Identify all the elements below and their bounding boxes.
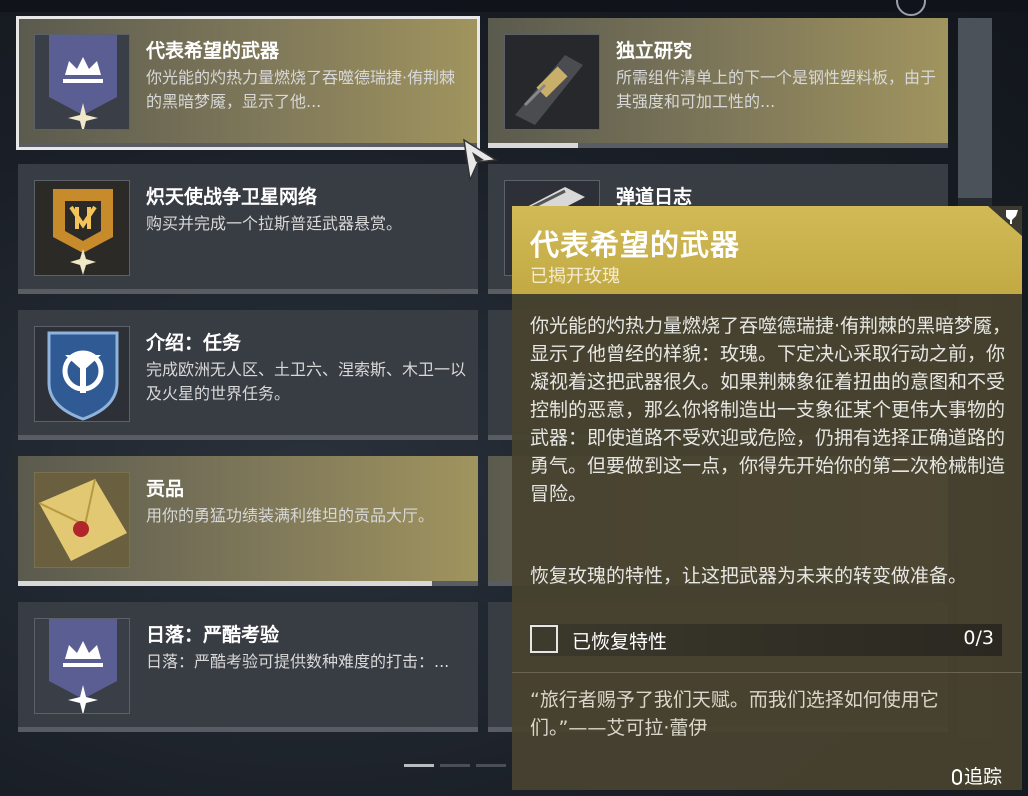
objective-checkbox xyxy=(530,625,558,653)
page-dot[interactable] xyxy=(476,764,506,767)
trophy-icon xyxy=(988,206,1022,236)
destiny-shield-icon xyxy=(34,326,130,422)
track-label: 追踪 xyxy=(963,766,1002,788)
quest-card-tribute[interactable]: 贡品 用你的勇猛功绩装满利维坦的贡品大厅。 xyxy=(18,456,478,586)
objective-row: 已恢复特性 0/3 xyxy=(530,624,1002,656)
tooltip-subtitle: 已揭开玫瑰 xyxy=(530,266,620,287)
card-progress-bar xyxy=(18,581,432,586)
scrollbar-thumb[interactable] xyxy=(958,18,992,198)
rasputin-emblem-icon xyxy=(34,180,130,276)
objective-count: 0/3 xyxy=(963,627,994,649)
crown-banner-icon xyxy=(34,618,130,714)
card-description: 所需组件清单上的下一个是钢性塑料板，由于其强度和可加工性的... xyxy=(616,68,937,111)
card-title: 代表希望的武器 xyxy=(146,40,280,62)
card-title: 日落：严酷考验 xyxy=(146,624,280,646)
card-title: 弹道日志 xyxy=(616,186,693,208)
card-progress-bar xyxy=(488,143,578,148)
card-title: 独立研究 xyxy=(616,40,693,62)
cursor-icon xyxy=(462,138,499,186)
divider xyxy=(512,672,1022,673)
page-dot[interactable] xyxy=(404,764,434,767)
weapon-part-icon xyxy=(504,34,600,130)
card-description: 购买并完成一个拉斯普廷武器悬赏。 xyxy=(146,214,403,233)
crown-banner-icon xyxy=(34,34,130,130)
card-title: 贡品 xyxy=(146,478,185,500)
card-description: 用你的勇猛功绩装满利维坦的贡品大厅。 xyxy=(146,506,435,525)
quest-card-warsat-network[interactable]: 炽天使战争卫星网络 购买并完成一个拉斯普廷武器悬赏。 xyxy=(18,164,478,294)
top-strip xyxy=(0,0,1028,12)
quest-card-nightfall[interactable]: 日落：严酷考验 日落：严酷考验可提供数种难度的打击：... xyxy=(18,602,478,732)
tooltip-header: 代表希望的武器 已揭开玫瑰 xyxy=(512,206,1022,294)
sealed-envelope-icon xyxy=(34,472,130,568)
tooltip-title: 代表希望的武器 xyxy=(530,228,741,262)
tooltip-description: 你光能的灼热力量燃烧了吞噬德瑞捷·侑荆棘的黑暗梦魇，显示了他曾经的样貌：玫瑰。下… xyxy=(530,315,1012,505)
card-title: 炽天使战争卫星网络 xyxy=(146,186,318,208)
page-dot[interactable] xyxy=(440,764,470,767)
card-description: 完成欧洲无人区、土卫六、涅索斯、木卫一以及火星的世界任务。 xyxy=(146,360,467,403)
mouse-icon xyxy=(951,769,962,785)
tooltip-quote: “旅行者赐予了我们天赋。而我们选择如何使用它们。”——艾可拉·蕾伊 xyxy=(530,689,939,739)
tooltip-objective-note: 恢复玫瑰的特性，让这把武器为未来的转变做准备。 xyxy=(530,565,968,587)
quest-card-intro-missions[interactable]: 介绍：任务 完成欧洲无人区、土卫六、涅索斯、木卫一以及火星的世界任务。 xyxy=(18,310,478,440)
page-indicator xyxy=(404,752,512,771)
card-description: 日落：严酷考验可提供数种难度的打击：... xyxy=(146,652,450,671)
quest-card-weapon-of-hope[interactable]: 代表希望的武器 你光能的灼热力量燃烧了吞噬德瑞捷·侑荆棘的黑暗梦魇，显示了他..… xyxy=(16,16,480,150)
objective-label: 已恢复特性 xyxy=(572,631,668,653)
card-description: 你光能的灼热力量燃烧了吞噬德瑞捷·侑荆棘的黑暗梦魇，显示了他... xyxy=(146,68,456,111)
card-title: 介绍：任务 xyxy=(146,332,242,354)
track-action[interactable]: 追踪 xyxy=(951,762,1002,789)
quest-tooltip: 代表希望的武器 已揭开玫瑰 你光能的灼热力量燃烧了吞噬德瑞捷·侑荆棘的黑暗梦魇，… xyxy=(512,206,1022,790)
quest-card-independent-research[interactable]: 独立研究 所需组件清单上的下一个是钢性塑料板，由于其强度和可加工性的... xyxy=(488,18,948,148)
tooltip-body: 你光能的灼热力量燃烧了吞噬德瑞捷·侑荆棘的黑暗梦魇，显示了他曾经的样貌：玫瑰。下… xyxy=(512,294,1022,790)
